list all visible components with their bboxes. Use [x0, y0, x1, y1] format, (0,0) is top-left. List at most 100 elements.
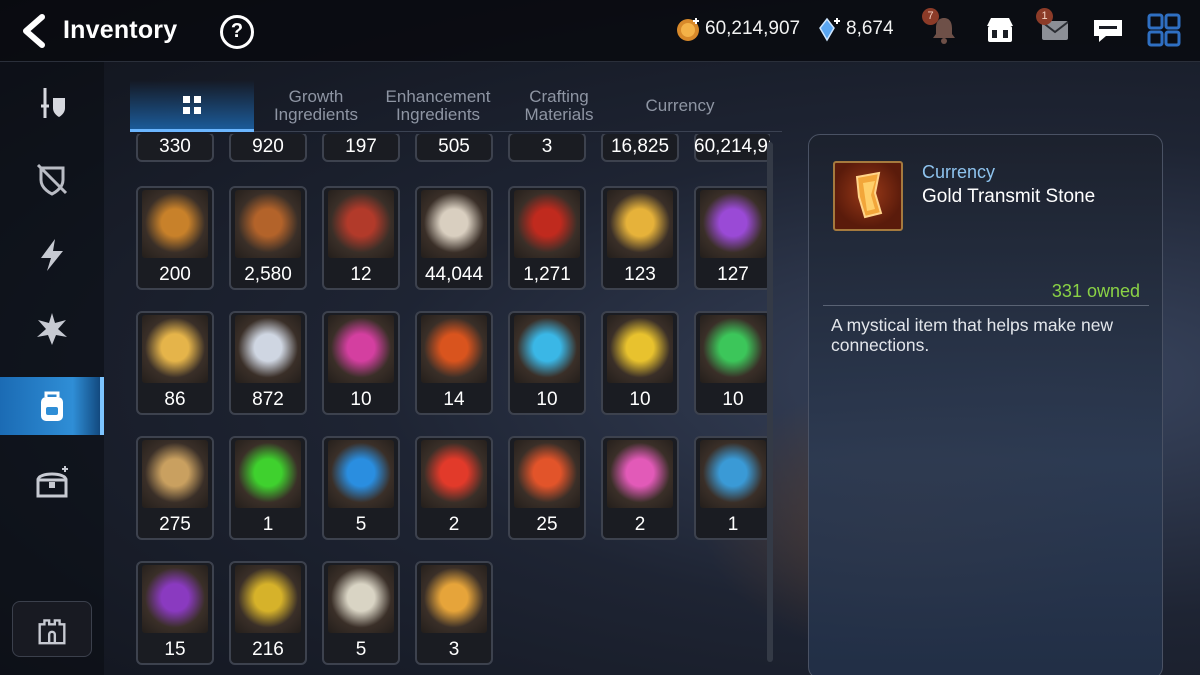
- pink-rune-icon: [328, 315, 394, 383]
- inventory-slot[interactable]: 10: [601, 311, 679, 415]
- crystal-resource[interactable]: 8,674: [816, 16, 894, 42]
- item-count: 505: [438, 136, 470, 157]
- reset-hammer-icon: [700, 440, 766, 508]
- notification-badge: 7: [922, 8, 939, 25]
- inventory-slot[interactable]: 1,271: [508, 186, 586, 290]
- back-arrow-icon[interactable]: [18, 14, 50, 48]
- inventory-slot[interactable]: 10: [322, 311, 400, 415]
- gold-resource[interactable]: 60,214,907: [675, 16, 800, 42]
- castle-icon: [38, 619, 66, 645]
- inventory-slot[interactable]: 1: [694, 436, 770, 540]
- fire-rune-icon: [421, 315, 487, 383]
- item-category: Currency: [922, 162, 996, 182]
- item-count: 275: [159, 514, 191, 535]
- sidebar-item-materials[interactable]: [0, 377, 104, 435]
- gold-transmit-stone-icon: [833, 161, 903, 231]
- inventory-slot[interactable]: 127: [694, 186, 770, 290]
- red-leaf-icon: [514, 190, 580, 258]
- item-description: A mystical item that helps make new conn…: [831, 315, 1114, 355]
- item-count: 872: [252, 389, 284, 410]
- tab-crafting-materials[interactable]: Crafting Materials: [504, 80, 614, 132]
- item-count: 2: [634, 514, 646, 535]
- top-bar: Inventory ? 60,214,907 8,674 7 1: [0, 0, 1200, 62]
- ice-rune-icon: [514, 315, 580, 383]
- gold-emblem-icon: [142, 190, 208, 258]
- blue-sigil-icon: [328, 440, 394, 508]
- inventory-slot[interactable]: 14: [415, 311, 493, 415]
- item-count: 3: [541, 136, 553, 157]
- item-detail-panel: Currency Gold Transmit Stone 331 owned A…: [808, 134, 1163, 675]
- sidebar-item-equipment[interactable]: [0, 74, 104, 132]
- herb-icon: [142, 440, 208, 508]
- item-count: 86: [164, 389, 186, 410]
- tab-all[interactable]: [130, 80, 254, 132]
- inventory-slot[interactable]: 10: [508, 311, 586, 415]
- item-count: 44,044: [424, 264, 484, 285]
- inventory-slot[interactable]: 44,044: [415, 186, 493, 290]
- grid-scrollbar[interactable]: [767, 142, 773, 662]
- tab-enhancement-ingredients[interactable]: Enhancement Ingredients: [378, 80, 498, 132]
- green-gem-icon: [235, 440, 301, 508]
- inventory-slot[interactable]: 5: [322, 436, 400, 540]
- item-count: 15: [164, 639, 186, 660]
- item-count: 10: [350, 389, 372, 410]
- inventory-slot[interactable]: 86: [136, 311, 214, 415]
- lightning-icon: [41, 239, 63, 271]
- inventory-slot[interactable]: 5: [322, 561, 400, 665]
- sidebar-item-no-equip[interactable]: [0, 150, 104, 208]
- inventory-slot[interactable]: 10: [694, 311, 770, 415]
- menu-grid-icon[interactable]: [1146, 12, 1182, 48]
- sidebar-item-chests[interactable]: [0, 454, 104, 512]
- item-count: 25: [536, 514, 558, 535]
- sidebar-item-catalysts[interactable]: [0, 300, 104, 358]
- tab-growth-ingredients[interactable]: Growth Ingredients: [260, 80, 372, 132]
- purple-flower-icon: [700, 190, 766, 258]
- earth-rune-icon: [700, 315, 766, 383]
- tab-currency[interactable]: Currency: [620, 80, 740, 132]
- sword-shield-icon: [41, 88, 65, 118]
- backpack-icon: [41, 391, 63, 421]
- gold-hammer-stone-icon: [235, 565, 301, 633]
- inventory-slot[interactable]: 216: [229, 561, 307, 665]
- crystal-icon: [819, 17, 840, 42]
- gold-lotus-icon: [142, 315, 208, 383]
- inventory-slot[interactable]: 123: [601, 186, 679, 290]
- purple-crystal-icon: [142, 565, 208, 633]
- red-crystal-icon: [421, 440, 487, 508]
- item-count: 200: [159, 264, 191, 285]
- inventory-slot[interactable]: 1: [229, 436, 307, 540]
- item-count: 1,271: [523, 264, 571, 285]
- item-count: 127: [717, 264, 749, 285]
- inventory-slot[interactable]: 25: [508, 436, 586, 540]
- inventory-slot[interactable]: 200: [136, 186, 214, 290]
- banner-icon: [328, 190, 394, 258]
- item-count: 2: [448, 514, 460, 535]
- shop-icon[interactable]: [982, 12, 1018, 48]
- sidebar-item-artifacts[interactable]: [0, 226, 104, 284]
- inventory-slot[interactable]: 872: [229, 311, 307, 415]
- divider: [823, 305, 1149, 306]
- gold-transmit-stone-icon: [421, 565, 487, 633]
- item-count: 197: [345, 136, 377, 157]
- item-count: 14: [443, 389, 465, 410]
- inventory-slot[interactable]: 2,580: [229, 186, 307, 290]
- inventory-slot[interactable]: 12: [322, 186, 400, 290]
- gold-coin-icon: [677, 18, 699, 41]
- mail-badge: 1: [1036, 8, 1053, 25]
- white-crystal-icon: [328, 565, 394, 633]
- item-count: 216: [252, 639, 284, 660]
- inventory-slot[interactable]: 15: [136, 561, 214, 665]
- inventory-slot[interactable]: 2: [415, 436, 493, 540]
- chat-icon[interactable]: [1090, 12, 1126, 48]
- item-grid[interactable]: 330920197505316,82560,214,9072002,580124…: [130, 134, 770, 675]
- item-count: 1: [727, 514, 739, 535]
- crystal-amount: 8,674: [846, 18, 894, 39]
- inventory-slot[interactable]: 275: [136, 436, 214, 540]
- item-count: 12: [350, 264, 372, 285]
- inventory-slot[interactable]: 2: [601, 436, 679, 540]
- help-button[interactable]: ?: [220, 15, 254, 49]
- red-hammer-stone-icon: [514, 440, 580, 508]
- item-owned-count: 331 owned: [1051, 281, 1140, 301]
- inventory-slot[interactable]: 3: [415, 561, 493, 665]
- sanctuary-button[interactable]: [12, 601, 92, 657]
